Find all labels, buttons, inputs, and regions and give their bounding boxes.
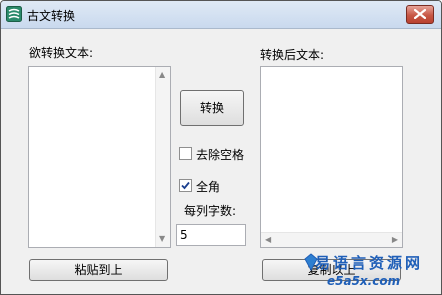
scroll-up-icon[interactable]: ▲ [159,71,165,79]
full-width-checkbox[interactable] [179,179,192,192]
scroll-right-icon[interactable]: ▶ [392,236,398,244]
remove-spaces-checkbox[interactable] [179,147,192,160]
full-width-label: 全角 [196,180,221,194]
watermark-title: 易语言资源网 [315,254,424,272]
watermark-url: e5a5x.com [327,274,401,288]
source-vertical-scrollbar[interactable]: ▲ ▼ [155,67,170,247]
scroll-down-icon[interactable]: ▼ [159,235,165,243]
window-title: 古文转换 [27,9,76,23]
result-horizontal-scrollbar[interactable]: ◀ ▶ [261,232,402,247]
chars-per-column-label: 每列字数: [184,204,237,218]
close-icon [414,9,426,19]
source-textarea[interactable]: ▲ ▼ [28,66,171,248]
result-textarea[interactable]: ◀ ▶ [260,66,403,248]
watermark: 易语言资源网 e5a5x.com [303,250,435,292]
remove-spaces-label: 去除空格 [196,148,245,162]
main-window: 古文转换 欲转换文本: ▲ ▼ 粘贴到上 转换 去除空格 全角 每列字数: 5 … [0,0,442,295]
checkmark-icon [181,181,190,190]
source-text-label: 欲转换文本: [29,46,94,60]
paste-button[interactable]: 粘贴到上 [29,259,168,281]
convert-button[interactable]: 转换 [180,90,244,126]
chars-per-column-input[interactable]: 5 [176,224,246,246]
scroll-left-icon[interactable]: ◀ [265,236,271,244]
result-text-label: 转换后文本: [260,48,325,62]
app-icon [6,6,22,22]
title-bar[interactable]: 古文转换 [1,1,441,29]
close-button[interactable] [406,5,434,24]
